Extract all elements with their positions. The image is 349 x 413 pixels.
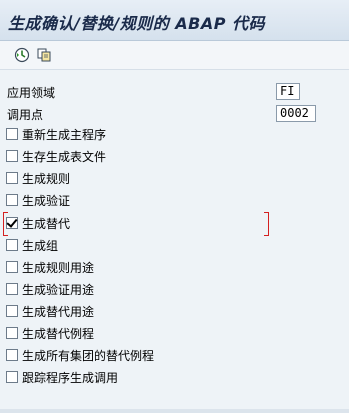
- checkbox[interactable]: [6, 371, 18, 383]
- checkbox[interactable]: [6, 128, 18, 140]
- checkbox[interactable]: [6, 150, 18, 162]
- bottom-edge: [0, 409, 349, 413]
- option-generate-table-file[interactable]: 生存生成表文件: [6, 147, 106, 165]
- checkbox[interactable]: [6, 327, 18, 339]
- option-label: 跟踪程序生成调用: [22, 370, 119, 385]
- checkbox[interactable]: [6, 305, 18, 317]
- option-label: 生成规则: [22, 171, 71, 186]
- checkbox[interactable]: [6, 172, 18, 184]
- callup-point-label: 调用点: [7, 108, 44, 122]
- option-label: 生成替代用途: [22, 304, 95, 319]
- option-generate-substitution[interactable]: 生成替代: [6, 214, 70, 232]
- option-label: 生成所有集团的替代例程: [22, 348, 155, 363]
- option-generate-group[interactable]: 生成组: [6, 236, 58, 254]
- callup-point-input[interactable]: 0002: [276, 105, 316, 122]
- option-generate-rule-usage[interactable]: 生成规则用途: [6, 258, 94, 276]
- option-regenerate-main-program[interactable]: 重新生成主程序: [6, 125, 106, 143]
- option-label: 生成验证用途: [22, 282, 95, 297]
- option-generate-all-client-routines[interactable]: 生成所有集团的替代例程: [6, 346, 154, 364]
- option-generate-rules[interactable]: 生成规则: [6, 169, 70, 187]
- option-label: 生成规则用途: [22, 260, 95, 275]
- option-generate-validation[interactable]: 生成验证: [6, 191, 70, 209]
- checkbox[interactable]: [6, 239, 18, 251]
- option-trace-program-generation[interactable]: 跟踪程序生成调用: [6, 368, 118, 386]
- application-area-label: 应用领域: [7, 86, 56, 100]
- option-label: 生成替代例程: [22, 326, 95, 341]
- option-label: 生成替代: [22, 216, 71, 231]
- option-label: 生存生成表文件: [22, 149, 107, 164]
- checkbox[interactable]: [6, 194, 18, 206]
- checkbox[interactable]: [6, 261, 18, 273]
- page-title: 生成确认/替换/规则的 ABAP 代码: [8, 14, 266, 33]
- checkbox[interactable]: [6, 349, 18, 361]
- application-area-input[interactable]: FI: [276, 83, 300, 100]
- execute-clock-icon[interactable]: [13, 46, 31, 64]
- option-generate-validation-usage[interactable]: 生成验证用途: [6, 280, 94, 298]
- title-bar: 生成确认/替换/规则的 ABAP 代码: [0, 0, 349, 41]
- checkbox-checked[interactable]: [6, 217, 18, 229]
- application-toolbar: [0, 41, 349, 70]
- option-label: 生成组: [22, 238, 59, 253]
- option-label: 重新生成主程序: [22, 127, 107, 142]
- copy-variant-icon[interactable]: [35, 46, 53, 64]
- option-generate-substitution-usage[interactable]: 生成替代用途: [6, 302, 94, 320]
- focus-frame-right: [264, 212, 269, 236]
- checkbox[interactable]: [6, 283, 18, 295]
- option-label: 生成验证: [22, 193, 71, 208]
- option-generate-substitution-routine[interactable]: 生成替代例程: [6, 324, 94, 342]
